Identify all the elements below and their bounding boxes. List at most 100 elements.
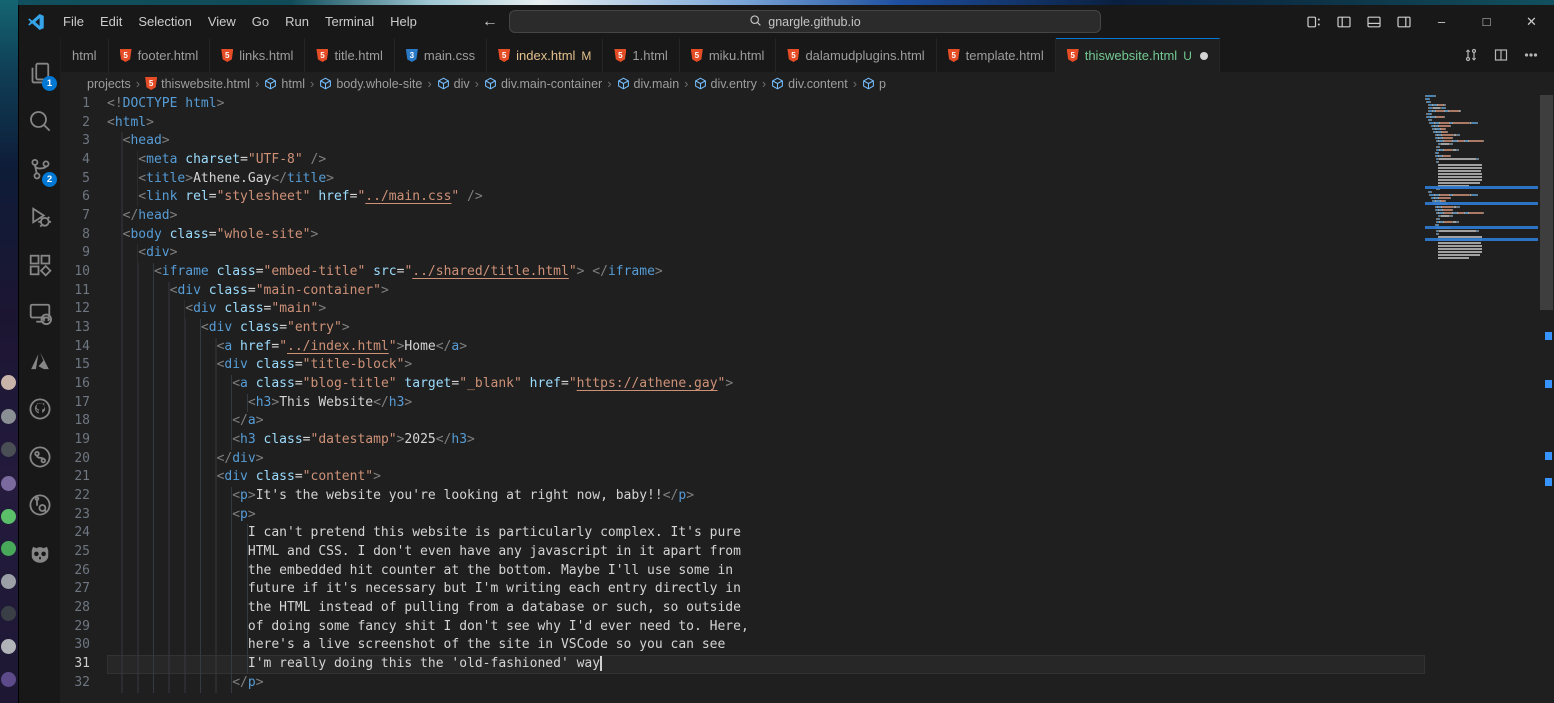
- breadcrumb-item[interactable]: p: [862, 77, 886, 91]
- menu-item-edit[interactable]: Edit: [92, 10, 130, 33]
- breadcrumb-item[interactable]: div.main: [617, 77, 680, 91]
- code-line[interactable]: <link rel="stylesheet" href="../main.css…: [107, 188, 1425, 207]
- customize-layout-icon[interactable]: [1299, 9, 1329, 35]
- code-line[interactable]: <div class="entry">: [107, 319, 1425, 338]
- code-line[interactable]: </div>: [107, 450, 1425, 469]
- activity-source-control-icon[interactable]: 2: [19, 148, 61, 190]
- toggle-panel-icon[interactable]: [1359, 9, 1389, 35]
- code-line[interactable]: </a>: [107, 412, 1425, 431]
- activity-search-icon[interactable]: [19, 100, 61, 142]
- code-line[interactable]: <div class="main-container">: [107, 282, 1425, 301]
- code-line[interactable]: <!DOCTYPE html>: [107, 95, 1425, 114]
- code-line[interactable]: </head>: [107, 207, 1425, 226]
- unsaved-dot-icon[interactable]: [1200, 52, 1208, 60]
- tab-index.html[interactable]: 5index.htmlM: [487, 38, 603, 72]
- tab-thiswebsite.html[interactable]: 5thiswebsite.htmlU: [1056, 38, 1220, 72]
- code-line[interactable]: future if it's necessary but I'm writing…: [107, 580, 1425, 599]
- code-line[interactable]: <div class="content">: [107, 468, 1425, 487]
- activity-gitlens-icon[interactable]: [19, 484, 61, 526]
- desktop-app-icon[interactable]: [1, 639, 16, 654]
- tab-dalamudplugins.html[interactable]: 5dalamudplugins.html: [776, 38, 936, 72]
- desktop-app-icon[interactable]: [1, 574, 16, 589]
- code-line[interactable]: the embedded hit counter at the bottom. …: [107, 562, 1425, 581]
- breadcrumb-item[interactable]: 5thiswebsite.html: [145, 77, 250, 91]
- desktop-app-icon[interactable]: [1, 509, 16, 524]
- activity-godot-tools-icon[interactable]: [19, 532, 61, 574]
- open-changes-icon[interactable]: [1458, 42, 1484, 68]
- minimize-button[interactable]: –: [1419, 5, 1464, 38]
- code-line[interactable]: <body class="whole-site">: [107, 226, 1425, 245]
- tab-1.html[interactable]: 51.html: [603, 38, 679, 72]
- desktop-app-icon[interactable]: [1, 375, 16, 390]
- desktop-app-icon[interactable]: [1, 541, 16, 556]
- code-line[interactable]: <h3 class="datestamp">2025</h3>: [107, 431, 1425, 450]
- split-editor-icon[interactable]: [1488, 42, 1514, 68]
- breadcrumb-item[interactable]: div: [437, 77, 470, 91]
- code-line[interactable]: <p>It's the website you're looking at ri…: [107, 487, 1425, 506]
- breadcrumb-item[interactable]: html: [264, 77, 305, 91]
- code-line[interactable]: of doing some fancy shit I don't see why…: [107, 618, 1425, 637]
- tab-miku.html[interactable]: 5miku.html: [680, 38, 777, 72]
- minimap[interactable]: [1425, 95, 1538, 703]
- breadcrumb-item[interactable]: projects: [87, 77, 131, 91]
- tab-main.css[interactable]: 3main.css: [395, 38, 487, 72]
- menu-item-terminal[interactable]: Terminal: [317, 10, 382, 33]
- code-line[interactable]: </p>: [107, 674, 1425, 693]
- tab-footer.html[interactable]: 5footer.html: [109, 38, 211, 72]
- maximize-button[interactable]: □: [1464, 5, 1509, 38]
- code-line[interactable]: <head>: [107, 132, 1425, 151]
- toggle-primary-sidebar-icon[interactable]: [1329, 9, 1359, 35]
- more-actions-icon[interactable]: [1518, 42, 1544, 68]
- desktop-app-icon[interactable]: [1, 672, 16, 687]
- activity-git-graph-icon[interactable]: [19, 436, 61, 478]
- code-line[interactable]: I can't pretend this website is particul…: [107, 524, 1425, 543]
- tab-links.html[interactable]: 5links.html: [210, 38, 305, 72]
- code-editor[interactable]: 1234567891011121314151617181920212223242…: [61, 95, 1554, 703]
- activity-run-and-debug-icon[interactable]: [19, 196, 61, 238]
- menu-item-selection[interactable]: Selection: [130, 10, 199, 33]
- desktop-app-icon[interactable]: [1, 442, 16, 457]
- desktop-app-icon[interactable]: [1, 476, 16, 491]
- code-line[interactable]: <title>Athene.Gay</title>: [107, 170, 1425, 189]
- code-line[interactable]: <div class="title-block">: [107, 356, 1425, 375]
- desktop-app-icon[interactable]: [1, 409, 16, 424]
- editor-code-area[interactable]: <!DOCTYPE html><html><head><meta charset…: [107, 95, 1425, 693]
- breadcrumb-item[interactable]: body.whole-site: [319, 77, 422, 91]
- command-center-search[interactable]: gnargle.github.io: [509, 10, 1101, 33]
- code-line[interactable]: I'm really doing this the 'old-fashioned…: [107, 655, 1425, 674]
- menu-item-file[interactable]: File: [55, 10, 92, 33]
- menu-item-go[interactable]: Go: [244, 10, 277, 33]
- code-line[interactable]: <div>: [107, 244, 1425, 263]
- activity-remote-explorer-icon[interactable]: [19, 292, 61, 334]
- activity-extensions-icon[interactable]: [19, 244, 61, 286]
- code-line[interactable]: <div class="main">: [107, 300, 1425, 319]
- code-line[interactable]: <iframe class="embed-title" src="../shar…: [107, 263, 1425, 282]
- menu-item-view[interactable]: View: [200, 10, 244, 33]
- code-line[interactable]: <meta charset="UTF-8" />: [107, 151, 1425, 170]
- tab-html[interactable]: html: [61, 38, 109, 72]
- tab-template.html[interactable]: 5template.html: [937, 38, 1056, 72]
- code-line[interactable]: <p>: [107, 506, 1425, 525]
- tab-title.html[interactable]: 5title.html: [305, 38, 394, 72]
- menu-item-help[interactable]: Help: [382, 10, 425, 33]
- activity-azure-icon[interactable]: [19, 340, 61, 382]
- breadcrumb-item[interactable]: div.entry: [694, 77, 757, 91]
- code-line[interactable]: <a href="../index.html">Home</a>: [107, 338, 1425, 357]
- menu-item-run[interactable]: Run: [277, 10, 317, 33]
- close-button[interactable]: ✕: [1509, 5, 1554, 38]
- desktop-app-icon[interactable]: [1, 606, 16, 621]
- toggle-secondary-sidebar-icon[interactable]: [1389, 9, 1419, 35]
- code-line[interactable]: <a class="blog-title" target="_blank" hr…: [107, 375, 1425, 394]
- code-line[interactable]: <h3>This Website</h3>: [107, 394, 1425, 413]
- scrollbar-thumb[interactable]: [1540, 95, 1553, 310]
- activity-explorer-icon[interactable]: 1: [19, 52, 61, 94]
- go-back-icon[interactable]: ←: [479, 13, 501, 31]
- breadcrumb-item[interactable]: div.main-container: [484, 77, 602, 91]
- code-line[interactable]: HTML and CSS. I don't even have any java…: [107, 543, 1425, 562]
- code-line[interactable]: the HTML instead of pulling from a datab…: [107, 599, 1425, 618]
- breadcrumb-item[interactable]: div.content: [771, 77, 848, 91]
- code-line[interactable]: <html>: [107, 114, 1425, 133]
- activity-github-icon[interactable]: [19, 388, 61, 430]
- vertical-scrollbar[interactable]: [1539, 95, 1554, 703]
- code-line[interactable]: here's a live screenshot of the site in …: [107, 636, 1425, 655]
